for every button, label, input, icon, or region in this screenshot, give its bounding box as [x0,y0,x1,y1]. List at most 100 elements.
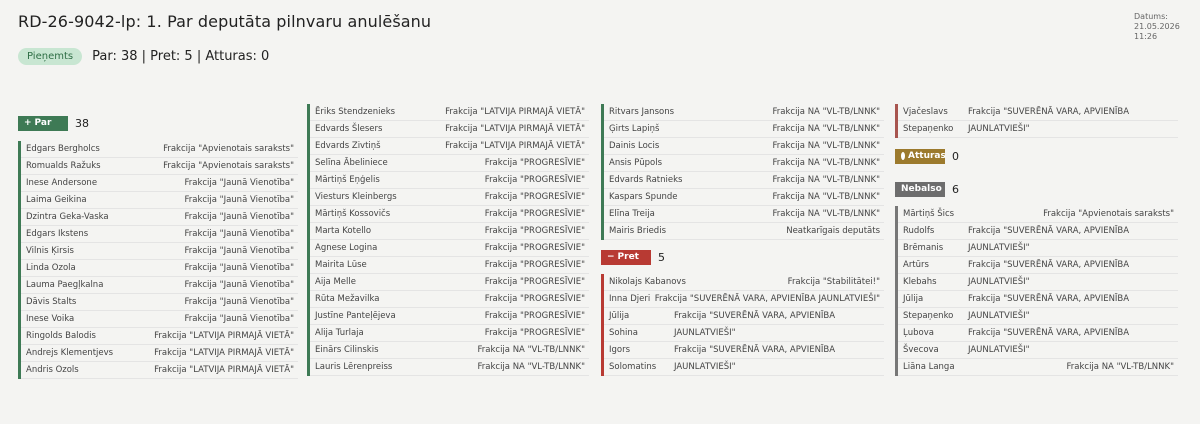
deputy-faction: Frakcija "Jaunā Vienotība" [184,246,294,256]
deputy-faction: Frakcija "Apvienotais saraksts" [163,161,294,171]
deputy-name: Dainis Locis [609,141,660,151]
date-label: Datums: [1134,12,1168,21]
deputy-name: Linda Ozola [26,263,76,273]
vote-counts: Par: 38 | Pret: 5 | Atturas: 0 [92,49,270,64]
deputy-row: Ļubova Frakcija "SUVERĒNĀ VARA, APVIENĪBA [898,325,1178,342]
deputy-row: Lauris Lērenpreiss Frakcija NA "VL-TB/LNN… [310,359,589,376]
deputy-faction: Frakcija "PROGRESĪVIE" [484,328,585,338]
deputy-row: Vilnis Ķirsis Frakcija "Jaunā Vienotība" [21,243,298,260]
deputy-faction: Frakcija "Jaunā Vienotība" [184,280,294,290]
deputy-name: Edgars Ikstens [26,229,89,239]
deputy-name: Ēriks Stendzenieks [315,107,396,117]
deputy-row: Nikolajs Kabanovs Frakcija "Stabilitātei!… [604,274,884,291]
deputy-faction: Frakcija NA "VL-TB/LNNK" [772,192,881,202]
deputy-row: Elīna Treija Frakcija NA "VL-TB/LNNK" [604,206,884,223]
deputy-row: Jūlija Frakcija "SUVERĒNĀ VARA, APVIENĪBA [898,291,1178,308]
deputy-row: Andrejs Klementjevs Frakcija "LATVIJA PIR… [21,345,298,362]
deputy-row: Edgars Ikstens Frakcija "Jaunā Vienotība" [21,226,298,243]
deputy-row: Laima Geikina Frakcija "Jaunā Vienotība" [21,192,298,209]
deputy-name: Ģirts Lapiņš [609,124,660,134]
deputy-faction: Frakcija "PROGRESĪVIE" [484,226,585,236]
pret-chip: − Pret [601,249,651,265]
vote-summary: Pieņemts Par: 38 | Pret: 5 | Atturas: 0 [18,48,269,65]
deputy-name: Mārtiņš Šics [903,209,955,219]
deputy-row: Justīne Panteļējeva Frakcija "PROGRESĪVIE… [310,308,589,325]
deputy-row: Švecova JAUNLATVIEŠI" [898,342,1178,359]
deputy-row: Sohina JAUNLATVIEŠI" [604,325,884,342]
deputy-row: Jūlija Frakcija "SUVERĒNĀ VARA, APVIENĪBA [604,308,884,325]
deputy-name: Mārtiņš Kossovičs [315,209,391,219]
deputy-row: Brēmanis JAUNLATVIEŠI" [898,240,1178,257]
deputy-faction: Frakcija "PROGRESĪVIE" [484,192,585,202]
deputy-name: Agnese Logina [315,243,378,253]
deputy-faction: Frakcija "LATVIJA PIRMAJĀ VIETĀ" [445,141,585,151]
par-list-continued-2: Ritvars Jansons Frakcija NA "VL-TB/LNNK" Ģ… [601,104,884,240]
deputy-row: Edvards Ratnieks Frakcija NA "VL-TB/LNNK" [604,172,884,189]
deputy-faction: Frakcija NA "VL-TB/LNNK" [772,175,881,185]
deputy-faction: Frakcija "Jaunā Vienotība" [184,314,294,324]
column-2: Ēriks Stendzenieks Frakcija "LATVIJA PIRM… [307,104,589,376]
deputy-faction: Frakcija "Jaunā Vienotība" [184,263,294,273]
deputy-row: Stepaņenko JAUNLATVIEŠI" [898,308,1178,325]
deputy-row: Inna Djeri Frakcija "SUVERĒNĀ VARA, APVIE… [604,291,884,308]
deputy-faction: Frakcija "Stabilitātei!" [787,277,880,287]
deputy-name: Dāvis Stalts [26,297,77,307]
deputy-row: Mairita Lūse Frakcija "PROGRESĪVIE" [310,257,589,274]
deputy-row: Dāvis Stalts Frakcija "Jaunā Vienotība" [21,294,298,311]
deputy-faction: JAUNLATVIEŠI" [968,124,1030,134]
deputy-row: Mārtiņš Kossovičs Frakcija "PROGRESĪVIE" [310,206,589,223]
deputy-name: Ļubova [903,328,934,338]
deputy-name: Inese Voika [26,314,75,324]
deputy-name: Artūrs [903,260,929,270]
deputy-row: Stepaņenko JAUNLATVIEŠI" [898,121,1178,138]
deputy-faction: Frakcija "PROGRESĪVIE" [484,260,585,270]
par-section-header: + Par 38 [18,115,298,131]
atturas-section-header: Atturas 0 [895,148,1178,164]
deputy-name: Rudolfs [903,226,935,236]
deputy-name: Inna Djeri [609,294,651,304]
deputy-name: Vjačeslavs [903,107,948,117]
deputy-name: Klebahs [903,277,937,287]
deputy-faction: Frakcija NA "VL-TB/LNNK" [772,107,881,117]
deputy-name: Jūlija [903,294,924,304]
deputy-faction: Frakcija "PROGRESĪVIE" [484,277,585,287]
deputy-name: Rūta Mežavilka [315,294,380,304]
deputy-name: Mārtiņš Eņģelis [315,175,380,185]
deputy-row: Vjačeslavs Frakcija "SUVERĒNĀ VARA, APVIE… [898,104,1178,121]
deputy-faction: JAUNLATVIEŠI" [968,277,1030,287]
deputy-faction: Frakcija "SUVERĒNĀ VARA, APVIENĪBA [968,260,1130,270]
circle-icon [901,152,905,160]
atturas-chip: Atturas [895,148,946,164]
deputy-faction: Frakcija NA "VL-TB/LNNK" [772,141,881,151]
deputy-name: Sohina [609,328,638,338]
deputy-name: Solomatins [609,362,657,372]
deputy-name: Vilnis Ķirsis [26,246,74,256]
date-value: 21.05.2026 [1134,22,1180,31]
deputy-faction: Frakcija "SUVERĒNĀ VARA, APVIENĪBA [968,328,1130,338]
deputy-name: Dzintra Geka-Vaska [26,212,109,222]
time-value: 11:26 [1134,32,1158,41]
pret-count: 5 [658,250,665,264]
deputy-name: Viesturs Kleinbergs [315,192,397,202]
deputy-name: Romualds Ražuks [26,161,101,171]
pret-list-continued: Vjačeslavs Frakcija "SUVERĒNĀ VARA, APVIE… [895,104,1178,138]
deputy-faction: Frakcija "PROGRESĪVIE" [484,175,585,185]
deputy-row: Ansis Pūpols Frakcija NA "VL-TB/LNNK" [604,155,884,172]
deputy-row: Ēriks Stendzenieks Frakcija "LATVIJA PIRM… [310,104,589,121]
deputy-name: Einārs Cilinskis [315,345,379,355]
deputy-row: Mārtiņš Eņģelis Frakcija "PROGRESĪVIE" [310,172,589,189]
deputy-row: Kaspars Spunde Frakcija NA "VL-TB/LNNK" [604,189,884,206]
column-1: + Par 38 Edgars Bergholcs Frakcija "Apvie… [18,115,298,379]
deputy-name: Marta Kotello [315,226,372,236]
deputy-row: Dzintra Geka-Vaska Frakcija "Jaunā Vienot… [21,209,298,226]
deputy-name: Stepaņenko [903,124,954,134]
deputy-faction: Frakcija "Jaunā Vienotība" [184,297,294,307]
deputy-name: Švecova [903,345,939,355]
deputy-name: Ritvars Jansons [609,107,675,117]
deputy-name: Elīna Treija [609,209,655,219]
deputy-name: Igors [609,345,631,355]
deputy-row: Rūta Mežavilka Frakcija "PROGRESĪVIE" [310,291,589,308]
deputy-row: Andris Ozols Frakcija "LATVIJA PIRMAJĀ VI… [21,362,298,379]
deputy-name: Aija Melle [315,277,356,287]
deputy-name: Ansis Pūpols [609,158,663,168]
